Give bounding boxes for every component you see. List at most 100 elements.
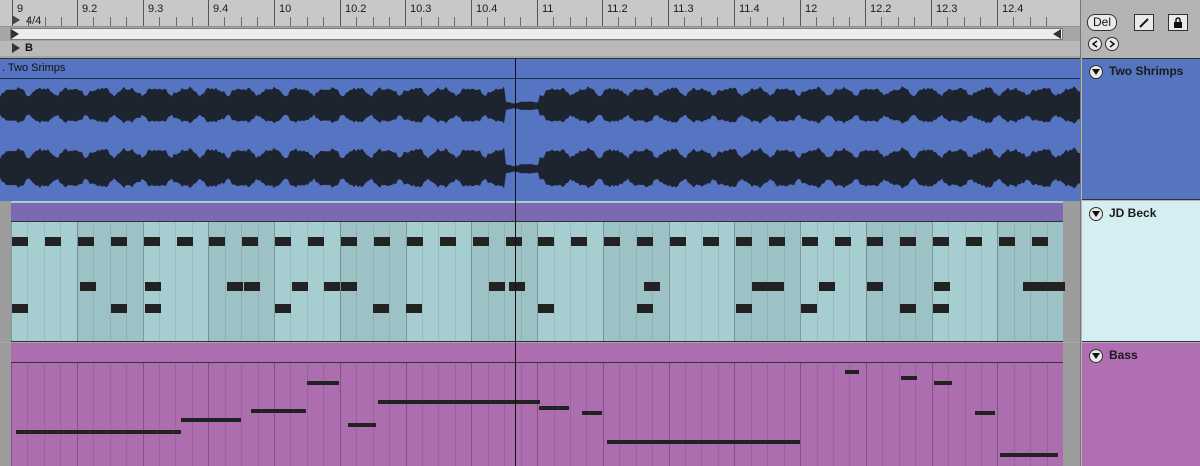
midi-note[interactable]: [900, 237, 917, 246]
midi-note[interactable]: [509, 282, 525, 291]
midi-note[interactable]: [582, 411, 602, 415]
midi-note[interactable]: [966, 237, 983, 246]
midi-note[interactable]: [143, 237, 160, 246]
midi-note[interactable]: [637, 304, 653, 313]
midi-note-grid[interactable]: [11, 363, 1063, 466]
track-name[interactable]: Bass: [1109, 348, 1138, 362]
midi-note[interactable]: [538, 304, 554, 313]
midi-note[interactable]: [934, 381, 952, 385]
midi-note[interactable]: [900, 304, 916, 313]
midi-note[interactable]: [275, 304, 291, 313]
midi-note[interactable]: [406, 237, 423, 246]
midi-note[interactable]: [80, 282, 96, 291]
locator-label[interactable]: B: [25, 42, 33, 54]
loop-start-arrow[interactable]: [11, 29, 19, 39]
track-name[interactable]: JD Beck: [1109, 206, 1156, 220]
midi-note[interactable]: [348, 423, 376, 427]
midi-note[interactable]: [110, 237, 127, 246]
midi-note[interactable]: [644, 282, 660, 291]
midi-note[interactable]: [439, 237, 456, 246]
midi-note[interactable]: [406, 304, 422, 313]
midi-note[interactable]: [538, 237, 555, 246]
fold-button[interactable]: [1089, 65, 1103, 79]
midi-note[interactable]: [735, 237, 752, 246]
midi-note[interactable]: [845, 370, 859, 374]
midi-note[interactable]: [999, 237, 1015, 246]
midi-note[interactable]: [801, 304, 817, 313]
locator-row[interactable]: [0, 41, 1080, 56]
midi-note[interactable]: [607, 440, 800, 444]
midi-note[interactable]: [341, 282, 357, 291]
midi-note[interactable]: [16, 430, 181, 434]
midi-note[interactable]: [933, 304, 949, 313]
midi-note[interactable]: [702, 237, 719, 246]
midi-note[interactable]: [378, 400, 518, 404]
track-name[interactable]: Two Shrimps: [1109, 64, 1183, 78]
delete-button[interactable]: Del: [1087, 14, 1117, 31]
midi-note-grid[interactable]: [11, 222, 1065, 342]
forward-button[interactable]: [1105, 37, 1119, 51]
header-two-shrimps[interactable]: Two Shrimps: [1082, 58, 1200, 200]
midi-note[interactable]: [571, 237, 588, 246]
midi-note[interactable]: [752, 282, 768, 291]
fold-button[interactable]: [1089, 349, 1103, 363]
midi-note[interactable]: [77, 237, 94, 246]
midi-note[interactable]: [1000, 453, 1058, 457]
midi-note[interactable]: [901, 376, 917, 380]
midi-note[interactable]: [275, 237, 292, 246]
track-two-shrimps[interactable]: . Two Srimps: [0, 58, 1080, 201]
midi-note[interactable]: [834, 237, 851, 246]
midi-note[interactable]: [145, 304, 161, 313]
midi-note[interactable]: [251, 409, 306, 413]
midi-note[interactable]: [472, 237, 489, 246]
loop-end-arrow[interactable]: [1053, 29, 1061, 39]
header-bass[interactable]: Bass: [1082, 343, 1200, 466]
midi-note[interactable]: [242, 237, 259, 246]
midi-note[interactable]: [227, 282, 243, 291]
header-jd-beck[interactable]: JD Beck: [1082, 201, 1200, 342]
midi-note[interactable]: [1031, 237, 1048, 246]
locator-arrow[interactable]: [12, 43, 20, 53]
lock-button[interactable]: [1168, 14, 1188, 31]
midi-note[interactable]: [181, 418, 241, 422]
midi-note[interactable]: [373, 237, 390, 246]
loop-brace[interactable]: [10, 28, 1063, 40]
midi-note[interactable]: [934, 282, 950, 291]
midi-note[interactable]: [975, 411, 995, 415]
back-button[interactable]: [1088, 37, 1102, 51]
midi-note[interactable]: [670, 237, 686, 246]
midi-note[interactable]: [867, 282, 883, 291]
midi-note[interactable]: [489, 282, 505, 291]
midi-note[interactable]: [341, 237, 357, 246]
midi-note[interactable]: [44, 237, 61, 246]
midi-note[interactable]: [505, 237, 522, 246]
fold-button[interactable]: [1089, 207, 1103, 221]
midi-note[interactable]: [736, 304, 752, 313]
midi-note[interactable]: [867, 237, 884, 246]
midi-note[interactable]: [933, 237, 950, 246]
midi-note[interactable]: [209, 237, 226, 246]
midi-note[interactable]: [12, 304, 28, 313]
midi-note[interactable]: [768, 237, 785, 246]
midi-note[interactable]: [516, 400, 540, 404]
midi-note[interactable]: [111, 304, 127, 313]
midi-note[interactable]: [145, 282, 161, 291]
track-bass[interactable]: [0, 343, 1080, 466]
midi-note[interactable]: [292, 282, 308, 291]
midi-note[interactable]: [801, 237, 818, 246]
midi-note[interactable]: [1049, 282, 1065, 291]
expand-button[interactable]: [1134, 14, 1154, 31]
midi-note[interactable]: [308, 237, 325, 246]
midi-note[interactable]: [819, 282, 835, 291]
midi-note[interactable]: [637, 237, 654, 246]
track-jd-beck[interactable]: [0, 201, 1080, 342]
playhead[interactable]: [515, 58, 516, 466]
timeline-ruler[interactable]: 9 9.2 9.3 9.4 10 10.2 10.3 10.4 11 11.2 11.3 11.4 12…: [0, 0, 1080, 27]
midi-note[interactable]: [324, 282, 340, 291]
midi-note[interactable]: [768, 282, 784, 291]
midi-note[interactable]: [12, 237, 28, 246]
midi-note[interactable]: [604, 237, 621, 246]
midi-note[interactable]: [539, 406, 569, 410]
midi-note[interactable]: [307, 381, 339, 385]
midi-note[interactable]: [244, 282, 260, 291]
